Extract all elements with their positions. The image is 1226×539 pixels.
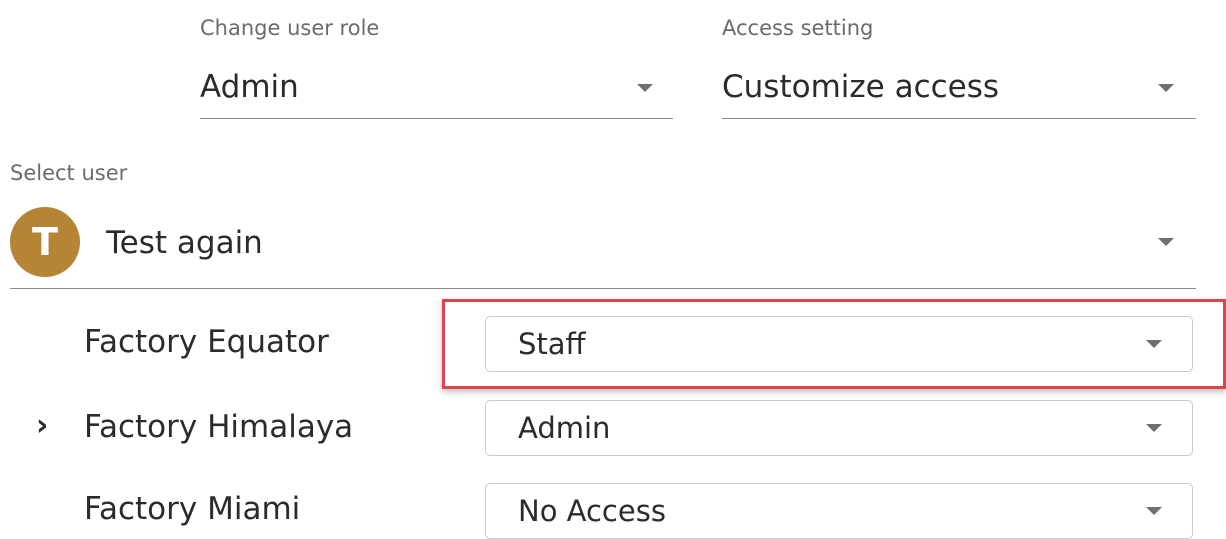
access-setting-label: Access setting — [722, 16, 874, 40]
access-setting-value: Customize access — [722, 69, 1000, 105]
factory-role-value: Admin — [518, 411, 611, 445]
chevron-down-icon — [1146, 424, 1162, 432]
factory-name: Factory Miami — [84, 491, 301, 527]
chevron-down-icon — [1158, 84, 1174, 92]
factory-role-select[interactable]: Staff — [485, 316, 1193, 372]
avatar: T — [10, 207, 80, 277]
select-user-label: Select user — [10, 161, 128, 185]
chevron-right-icon[interactable]: › — [36, 411, 48, 441]
factory-name: Factory Equator — [84, 324, 329, 360]
factory-role-select[interactable]: Admin — [485, 400, 1193, 456]
selected-user-name: Test again — [106, 225, 263, 261]
factory-role-value: Staff — [518, 327, 586, 361]
chevron-down-icon — [1158, 238, 1174, 246]
change-user-role-label: Change user role — [200, 16, 380, 40]
select-user-select[interactable]: Test again — [10, 200, 1196, 289]
factory-name: Factory Himalaya — [84, 409, 354, 445]
chevron-down-icon — [1146, 340, 1162, 348]
access-setting-select[interactable]: Customize access — [722, 60, 1196, 119]
change-user-role-value: Admin — [200, 69, 299, 105]
change-user-role-select[interactable]: Admin — [200, 60, 673, 119]
chevron-down-icon — [1146, 507, 1162, 515]
factory-role-value: No Access — [518, 494, 666, 528]
chevron-down-icon — [637, 84, 653, 92]
